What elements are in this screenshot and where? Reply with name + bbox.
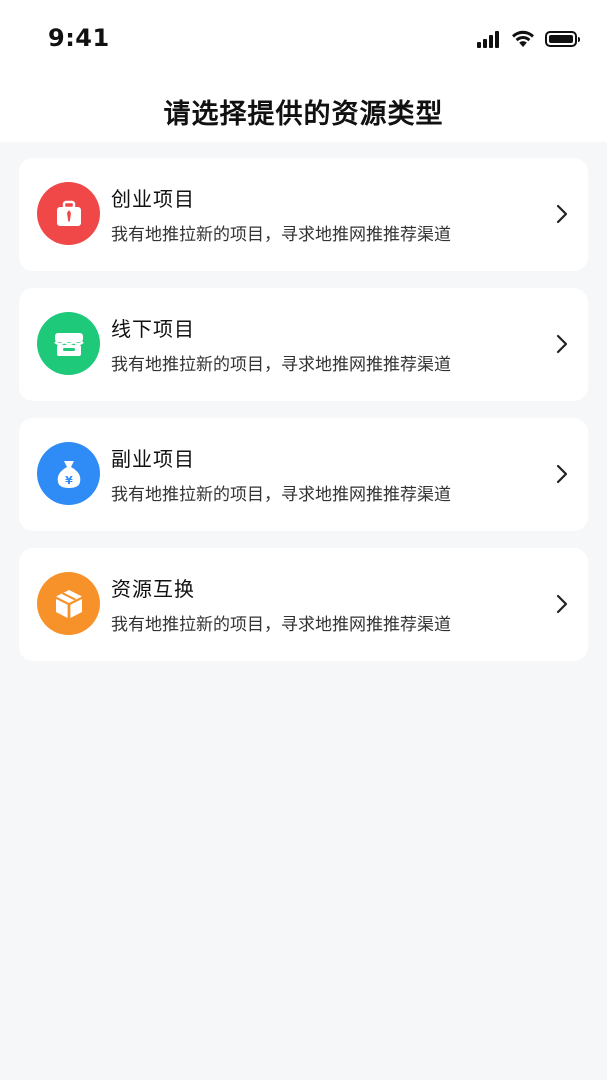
card-title: 副业项目 [111, 447, 195, 471]
status-bar: 9:41 [0, 0, 607, 80]
cellular-signal-icon [477, 30, 501, 48]
card-description: 我有地推拉新的项目，寻求地推网推推荐渠道 [111, 225, 451, 245]
card-title: 资源互换 [111, 577, 195, 601]
status-time: 9:41 [48, 24, 110, 52]
card-title: 创业项目 [111, 187, 195, 211]
svg-text:¥: ¥ [65, 474, 73, 487]
header: 9:41 请选择提供的资源类型 [0, 0, 607, 142]
store-icon [37, 312, 100, 375]
card-description: 我有地推拉新的项目，寻求地推网推推荐渠道 [111, 615, 451, 635]
status-icons [477, 28, 580, 50]
card-description: 我有地推拉新的项目，寻求地推网推推荐渠道 [111, 485, 451, 505]
box-icon [37, 572, 100, 635]
chevron-right-icon [556, 204, 568, 224]
chevron-right-icon [556, 594, 568, 614]
briefcase-icon [37, 182, 100, 245]
chevron-right-icon [556, 464, 568, 484]
resource-type-list: 创业项目 我有地推拉新的项目，寻求地推网推推荐渠道 线下项目 我有地推拉新的项目… [19, 158, 588, 678]
battery-icon [545, 31, 580, 47]
wifi-icon [512, 30, 534, 47]
page-title: 请选择提供的资源类型 [163, 99, 444, 130]
resource-type-card-startup[interactable]: 创业项目 我有地推拉新的项目，寻求地推网推推荐渠道 [19, 158, 588, 271]
card-title: 线下项目 [111, 317, 195, 341]
money-bag-icon: ¥ [37, 442, 100, 505]
resource-type-card-offline[interactable]: 线下项目 我有地推拉新的项目，寻求地推网推推荐渠道 [19, 288, 588, 401]
resource-type-card-side-business[interactable]: ¥ 副业项目 我有地推拉新的项目，寻求地推网推推荐渠道 [19, 418, 588, 531]
resource-type-card-resource-exchange[interactable]: 资源互换 我有地推拉新的项目，寻求地推网推推荐渠道 [19, 548, 588, 661]
card-description: 我有地推拉新的项目，寻求地推网推推荐渠道 [111, 355, 451, 375]
chevron-right-icon [556, 334, 568, 354]
